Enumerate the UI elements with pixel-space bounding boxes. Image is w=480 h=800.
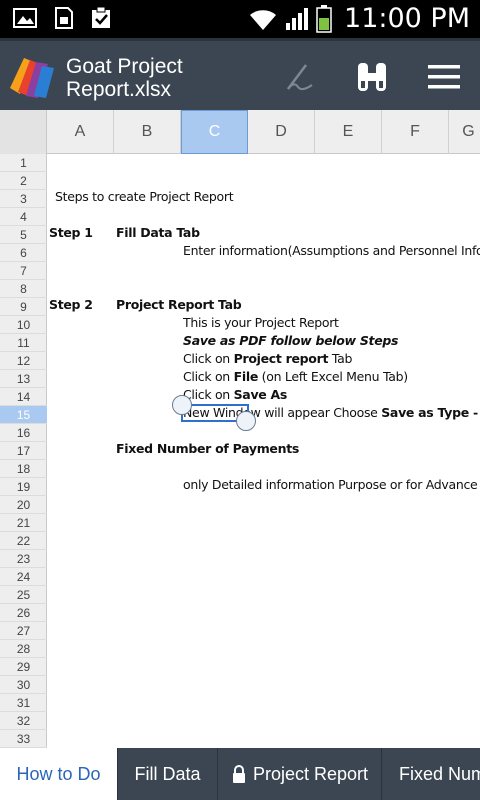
cell-text[interactable]: This is your Project Report — [183, 314, 339, 332]
cell-text-part: (on Left Excel Menu Tab) — [258, 369, 408, 384]
cell-text-bold: Save As — [233, 387, 288, 402]
pen-icon — [287, 64, 313, 91]
row-header[interactable]: 11 — [0, 334, 47, 352]
row-header[interactable]: 1 — [0, 154, 47, 172]
row-header[interactable]: 26 — [0, 604, 47, 622]
tab-project-report[interactable]: Project Report — [218, 748, 382, 800]
row-header[interactable]: 28 — [0, 640, 47, 658]
status-bar: 11:00 PM — [0, 0, 480, 38]
row-header[interactable]: 3 — [0, 190, 47, 208]
sheet-grid[interactable]: Steps to create Project Report Step 1 Fi… — [47, 154, 480, 748]
row-header[interactable]: 10 — [0, 316, 47, 334]
row-header[interactable]: 17 — [0, 442, 47, 460]
clipboard-check-icon — [92, 6, 110, 28]
document-title-line2: Report.xlsx — [66, 78, 172, 101]
cell-text[interactable]: Step 1 — [49, 224, 93, 242]
wifi-icon — [250, 9, 277, 30]
cell-text[interactable]: Project Report Tab — [116, 296, 242, 314]
row-header[interactable]: 31 — [0, 694, 47, 712]
menu-icon — [428, 65, 460, 89]
row-header[interactable]: 27 — [0, 622, 47, 640]
find-button[interactable] — [352, 57, 392, 97]
row-header[interactable]: 20 — [0, 496, 47, 514]
cell-text[interactable]: Steps to create Project Report — [55, 188, 234, 206]
document-title: Goat Project Report.xlsx — [66, 55, 183, 101]
row-header[interactable]: 19 — [0, 478, 47, 496]
row-header[interactable]: 6 — [0, 244, 47, 262]
row-header[interactable]: 14 — [0, 388, 47, 406]
column-header[interactable]: D — [248, 110, 315, 154]
selection-handle-start[interactable] — [172, 395, 192, 415]
cell-text[interactable]: Click on Save As — [183, 386, 287, 404]
row-header-bar: 1 2 3 4 5 6 7 8 9 10 11 12 13 14 15 16 17 18 19 20 21 22 23 24 2… — [0, 154, 47, 748]
cell-text-bold: Save as Type - PDF — [381, 405, 480, 420]
binoculars-icon — [358, 63, 386, 91]
app-bar: Goat Project Report.xlsx — [0, 38, 480, 110]
row-header[interactable]: 33 — [0, 730, 47, 748]
sd-card-icon — [55, 7, 73, 29]
pen-button[interactable] — [278, 57, 318, 97]
column-header[interactable]: G — [449, 110, 480, 154]
tab-how-to-do[interactable]: How to Do — [0, 748, 118, 800]
cell-text-part: Click on — [183, 351, 234, 366]
cell-text[interactable]: only Detailed information Purpose or for… — [183, 476, 480, 494]
lock-icon — [232, 765, 245, 783]
cell-text[interactable]: Save as PDF follow below Steps — [183, 332, 399, 350]
row-header[interactable]: 22 — [0, 532, 47, 550]
row-header[interactable]: 21 — [0, 514, 47, 532]
cell-text[interactable]: Enter information(Assumptions and Person… — [183, 242, 480, 260]
column-header[interactable]: F — [382, 110, 449, 154]
document-title-line1: Goat Project — [66, 55, 183, 78]
tab-fixed-num[interactable]: Fixed Num — [382, 748, 480, 800]
cell-text-bold: Project report — [233, 351, 329, 366]
column-header-selected[interactable]: C — [181, 110, 248, 154]
cell-text-bold: File — [233, 369, 259, 384]
row-header[interactable]: 25 — [0, 586, 47, 604]
row-header[interactable]: 32 — [0, 712, 47, 730]
sheet-tabs: How to Do Fill Data Project Report Fixed… — [0, 748, 480, 800]
select-all-corner[interactable] — [0, 110, 47, 154]
row-header[interactable]: 8 — [0, 280, 47, 298]
row-header[interactable]: 5 — [0, 226, 47, 244]
row-header[interactable]: 16 — [0, 424, 47, 442]
row-header[interactable]: 4 — [0, 208, 47, 226]
cell-text[interactable]: Step 2 — [49, 296, 93, 314]
selection-handle-end[interactable] — [236, 411, 256, 431]
battery-icon — [316, 4, 332, 33]
column-header-bar: A B C D E F G — [0, 110, 480, 154]
row-header[interactable]: 18 — [0, 460, 47, 478]
menu-button[interactable] — [424, 57, 464, 97]
row-header[interactable]: 12 — [0, 352, 47, 370]
cell-text[interactable]: Fill Data Tab — [116, 224, 200, 242]
row-header[interactable]: 29 — [0, 658, 47, 676]
row-header[interactable]: 9 — [0, 298, 47, 316]
row-header[interactable]: 23 — [0, 550, 47, 568]
row-header[interactable]: 13 — [0, 370, 47, 388]
gallery-icon — [13, 8, 37, 28]
tab-label: Project Report — [252, 763, 369, 784]
column-header[interactable]: A — [47, 110, 114, 154]
cell-text[interactable]: Click on File (on Left Excel Menu Tab) — [183, 368, 408, 386]
tab-fill-data[interactable]: Fill Data — [118, 748, 218, 800]
column-header[interactable]: E — [315, 110, 382, 154]
cell-text[interactable]: Fixed Number of Payments — [116, 440, 299, 458]
row-header[interactable]: 7 — [0, 262, 47, 280]
row-header[interactable]: 2 — [0, 172, 47, 190]
app-logo-icon[interactable] — [6, 50, 58, 102]
row-header[interactable]: 24 — [0, 568, 47, 586]
cell-text-part: Tab — [328, 351, 353, 366]
row-header-selected[interactable]: 15 — [0, 406, 47, 424]
cell-text-part: Click on — [183, 369, 234, 384]
row-header[interactable]: 30 — [0, 676, 47, 694]
column-header[interactable]: B — [114, 110, 181, 154]
clock: 11:00 PM — [344, 3, 470, 34]
signal-icon — [286, 7, 309, 30]
cell-text[interactable]: Click on Project report Tab — [183, 350, 352, 368]
